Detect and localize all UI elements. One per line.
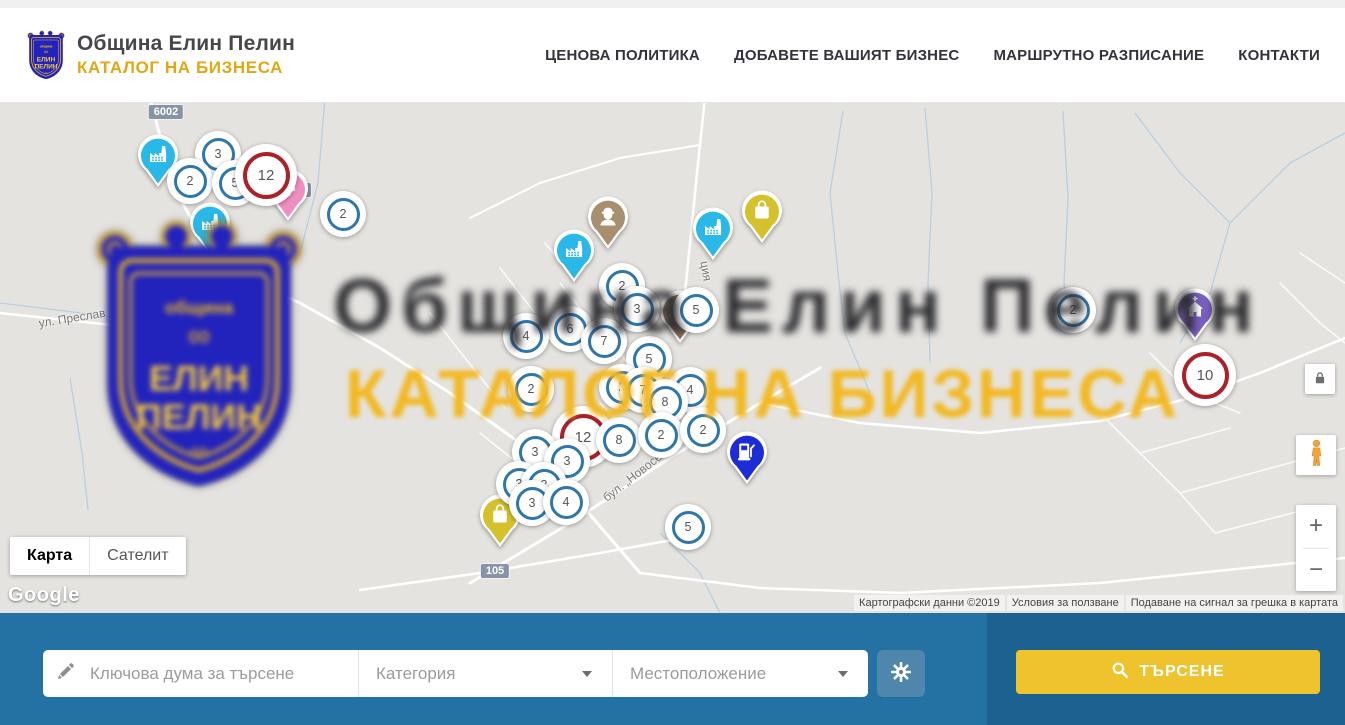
- nav-item-contacts[interactable]: КОНТАКТИ: [1238, 47, 1320, 64]
- cluster-count: 2: [687, 414, 720, 447]
- map-attribution: Картографски данни ©2019 Условия за полз…: [854, 595, 1343, 611]
- lock-icon: [1311, 369, 1329, 390]
- municipality-crest-logo: община ∞ ЕЛИН ПЕЛИН ∞: [25, 29, 67, 82]
- site-subtitle: КАТАЛОГ НА БИЗНЕСА: [77, 58, 295, 78]
- zoom-out-button[interactable]: −: [1296, 549, 1336, 592]
- factory-pin[interactable]: [691, 206, 735, 262]
- factory-pin[interactable]: [188, 201, 232, 257]
- keyword-search-input[interactable]: [90, 664, 358, 684]
- nav-item-schedule[interactable]: МАРШРУТНО РАЗПИСАНИЕ: [993, 47, 1204, 64]
- search-button[interactable]: ТЪРСЕНЕ: [1016, 650, 1320, 694]
- fuel-pin[interactable]: [725, 430, 769, 486]
- cluster-marker[interactable]: 2: [680, 407, 726, 453]
- satellite-view-button[interactable]: Сателит: [90, 537, 185, 575]
- church-pin[interactable]: [1173, 287, 1217, 343]
- cluster-count: 7: [588, 325, 621, 358]
- location-dropdown[interactable]: Местоположение: [612, 650, 868, 697]
- gear-icon: [889, 660, 913, 687]
- cluster-count: 2: [515, 373, 548, 406]
- cluster-marker[interactable]: 2: [638, 412, 684, 458]
- terms-of-use-link[interactable]: Условия за ползване: [1007, 595, 1124, 611]
- cluster-marker[interactable]: 4: [543, 479, 589, 525]
- zoom-in-button[interactable]: +: [1296, 505, 1336, 548]
- search-panel: Категория Местоположение: [0, 613, 1345, 725]
- map-type-control: Карта Сателит: [10, 537, 186, 575]
- site-title: Община Елин Пелин: [77, 32, 295, 55]
- advanced-search-button[interactable]: [877, 650, 925, 697]
- nav-item-pricing[interactable]: ЦЕНОВА ПОЛИТИКА: [545, 47, 700, 64]
- report-map-error-link[interactable]: Подаване на сигнал за грешка в картата: [1126, 595, 1343, 611]
- cluster-count: 4: [550, 486, 583, 519]
- cluster-count: 5: [672, 511, 705, 544]
- street-view-pegman-button[interactable]: [1296, 435, 1336, 475]
- cluster-marker[interactable]: 5: [665, 504, 711, 550]
- cluster-count: 3: [621, 293, 654, 326]
- services-pin[interactable]: [586, 195, 630, 251]
- cluster-marker[interactable]: 5: [673, 287, 719, 333]
- google-logo: Google: [8, 584, 80, 607]
- cluster-count: 2: [327, 198, 360, 231]
- svg-text:ЕЛИН: ЕЛИН: [37, 56, 56, 63]
- cluster-marker[interactable]: 12: [235, 144, 297, 206]
- cluster-marker[interactable]: 2: [320, 191, 366, 237]
- svg-text:ПЕЛИН: ПЕЛИН: [34, 63, 57, 70]
- cluster-count: 2: [174, 165, 207, 198]
- cluster-count: 10: [1182, 352, 1229, 399]
- cluster-count: 4: [510, 320, 543, 353]
- cluster-marker[interactable]: 8: [596, 417, 642, 463]
- cluster-marker[interactable]: 4: [503, 313, 549, 359]
- cluster-marker[interactable]: 2: [1050, 287, 1096, 333]
- chevron-down-icon: [838, 671, 848, 677]
- cluster-marker[interactable]: 2: [508, 366, 554, 412]
- site-header: община ∞ ЕЛИН ПЕЛИН ∞ Община Елин Пелин …: [0, 8, 1345, 103]
- map-data-copyright: Картографски данни ©2019: [854, 595, 1005, 611]
- cluster-count: 8: [603, 424, 636, 457]
- keyword-field-wrap: [43, 650, 358, 697]
- top-strip: [0, 0, 1345, 8]
- cluster-marker[interactable]: 2: [167, 158, 213, 204]
- category-dropdown[interactable]: Категория: [358, 650, 612, 697]
- cluster-marker[interactable]: 7: [581, 318, 627, 364]
- page: община ∞ ЕЛИН ПЕЛИН ∞ Община Елин Пелин …: [0, 0, 1345, 725]
- shopping-pin[interactable]: [740, 189, 784, 245]
- cluster-count: 12: [243, 152, 290, 199]
- road-shield: 6002: [149, 105, 183, 119]
- cluster-count: 2: [645, 419, 678, 452]
- chevron-down-icon: [582, 671, 592, 677]
- category-dropdown-label: Категория: [376, 664, 455, 684]
- main-nav: ЦЕНОВА ПОЛИТИКА ДОБАВЕТЕ ВАШИЯТ БИЗНЕС М…: [545, 47, 1320, 64]
- svg-text:община: община: [40, 44, 53, 48]
- road-shield: 105: [481, 564, 509, 578]
- pegman-icon: [1305, 439, 1328, 471]
- search-button-label: ТЪРСЕНЕ: [1139, 663, 1224, 681]
- pencil-icon: [55, 661, 76, 687]
- map-canvas[interactable]: ул. Преславбул. „Новоселция 60023105: [0, 103, 1345, 613]
- search-fieldbar: Категория Местоположение: [43, 650, 868, 697]
- nav-item-add-business[interactable]: ДОБАВЕТЕ ВАШИЯТ БИЗНЕС: [734, 47, 959, 64]
- location-dropdown-label: Местоположение: [630, 664, 766, 684]
- map-view-button[interactable]: Карта: [10, 537, 90, 575]
- lock-button[interactable]: [1305, 364, 1335, 394]
- cluster-count: 2: [1057, 294, 1090, 327]
- zoom-control: + −: [1296, 505, 1336, 591]
- search-icon: [1111, 661, 1129, 684]
- site-logo-link[interactable]: община ∞ ЕЛИН ПЕЛИН ∞ Община Елин Пелин …: [25, 29, 295, 82]
- cluster-marker[interactable]: 10: [1174, 344, 1236, 406]
- cluster-count: 5: [680, 294, 713, 327]
- svg-text:∞: ∞: [44, 49, 48, 55]
